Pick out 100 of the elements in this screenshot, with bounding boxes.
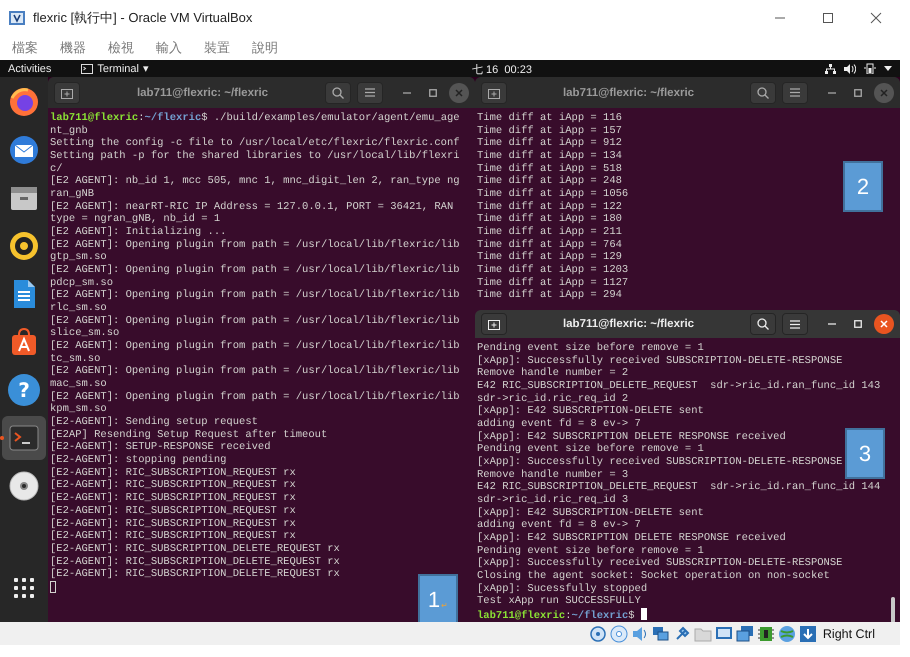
terminal-line: [xApp]: Sucessfully stopped [477,582,648,596]
terminal-line: Time diff at iApp = 116 [477,112,622,125]
menu-item[interactable]: 機器 [60,38,88,56]
search-icon [757,86,769,98]
terminal-line: [E2 AGENT]: Opening plugin from path = /usr/local/lib/flexric/libpdcp_sm.so [50,264,461,289]
maximize-icon [822,12,834,24]
menu-icon [790,88,800,97]
menu-item[interactable]: 說明 [252,38,280,56]
terminal-line: adding event fd = 8 ev-> 7 [477,418,641,431]
menu-item[interactable]: 檢視 [108,38,136,56]
new-tab-icon [488,86,500,98]
window-title: lab711@flexric: ~/flexric [562,86,696,98]
terminal-line: [E2 AGENT]: Opening plugin from path = /usr/local/lib/flexric/libgtp_sm.so [50,238,461,264]
close-icon [455,88,463,96]
app-grid-icon [13,577,35,599]
terminal-line: [E2-AGENT]: RIC_SUBSCRIPTION_DELETE_REQUEST rx [50,542,340,556]
dropdown-caret-icon[interactable] [884,66,892,71]
terminal-line: Time diff at iApp = 129 [477,251,622,264]
disc-icon [610,624,628,642]
menu-item[interactable]: 檔案 [12,38,40,56]
close-icon [880,88,888,96]
terminal-line: [E2-AGENT]: Sending setup request [50,416,258,429]
terminal-line: Setting the config -c file to /usr/local/etc/flexric/flexric.conf [50,137,460,150]
app-menu[interactable]: Terminal ▾ [81,62,149,75]
activities-button[interactable]: Activities [8,62,52,74]
maximize-icon [429,88,437,96]
terminal-line: [E2-AGENT]: RIC_SUBSCRIPTION_DELETE_REQUEST rx [50,556,340,568]
search-icon [757,318,769,330]
maximize-icon [854,320,862,328]
terminal-line: Time diff at iApp = 211 [477,226,622,239]
terminal-line: lab711@flexric:~/flexric$ ./build/examples/emulator/agent/emu_agent_gnb [50,112,461,137]
terminal-line: [E2-AGENT]: RIC_SUBSCRIPTION_REQUEST rx [50,530,296,543]
terminal-line: [E2-AGENT]: RIC_SUBSCRIPTION_REQUEST rx [50,518,296,530]
volume-icon [844,64,856,74]
terminal-line: [E2-AGENT]: SETUP-RESPONSE received [50,441,271,454]
terminal-line: Time diff at iApp = 294 [477,289,622,302]
search-button[interactable] [325,82,351,104]
terminal-line: Time diff at iApp = 764 [477,238,622,251]
monitors-icon [736,624,754,642]
terminal-line: Time diff at iApp = 1203 [477,264,628,277]
close-icon [880,320,888,328]
terminal-line: [xApp]: Successfully received SUBSCRIPTION-DELETE-RESPONSE [477,354,842,367]
terminal-line: [E2-AGENT]: stopping pending [50,454,226,467]
app-icon [8,8,26,26]
terminal-line: Setting path -p for the shared libraries to /usr/local/lib/flexric/ [50,150,461,175]
terminal-line: [xApp]: Successfully received SUBSCRIPTION-DELETE-RESPONSE [477,456,842,469]
minimize-icon [828,323,836,325]
terminal-icon [81,64,94,74]
mail-icon [8,134,40,166]
terminal-line: [E2 AGENT]: Opening plugin from path = /usr/local/lib/flexric/libtc_sm.so [50,340,461,365]
speaker-icon [8,230,40,262]
terminal-line: [E2-AGENT]: RIC_SUBSCRIPTION_REQUEST rx [50,504,296,518]
terminal-line: Time diff at iApp = 134 [477,150,622,163]
terminal-line: Pending event size before remove = 1 [477,443,704,456]
new-tab-button[interactable] [481,313,507,335]
terminal-line: [E2AP] Resending Setup Request after timeout [50,428,328,441]
search-button[interactable] [750,313,776,335]
terminal-line: [xApp]: E42 SUBSCRIPTION DELETE RESPONSE received [477,430,786,443]
terminal-line: [E2 AGENT]: nearRT-RIC IP Address = 127.0.0.1, PORT = 36421, RAN type = ngran_gNB, nb_id = 1 [50,200,454,226]
new-tab-icon [61,86,73,98]
annotation-number: 3 [858,440,872,466]
terminal-line: Remove handle number = 3 [477,468,628,482]
network-icon [825,64,836,74]
terminal-line: Pending event size before remove = 1 [477,342,704,355]
terminal-line: E42 RIC_SUBSCRIPTION_DELETE_REQUEST sdr->ric_id.ran_func_id 144 sdr->ric_id.ric_req_id 3 [477,481,882,507]
window-title: flexric [執行中] - Oracle VM VirtualBox [33,8,254,26]
minimize-icon [828,92,836,94]
menu-item[interactable]: 裝置 [204,38,232,56]
new-tab-button[interactable] [54,82,80,104]
maximize-icon [854,88,862,96]
terminal-line: Time diff at iApp = 1127 [477,276,628,289]
menu-button[interactable] [357,82,383,104]
terminal-line: [E2 AGENT]: Opening plugin from path = /usr/local/lib/flexric/libkpm_sm.so [50,390,461,416]
clock[interactable]: 七 16 00:23 [472,62,532,77]
host-key-label: Right Ctrl [822,626,875,640]
menu-button[interactable] [782,82,808,104]
window-title: lab711@flexric: ~/flexric [136,86,270,98]
menu-item[interactable]: 輸入 [156,38,184,56]
running-indicator [0,436,4,440]
search-button[interactable] [750,82,776,104]
disk-icon [588,624,607,642]
menu-button[interactable] [782,313,808,335]
minimize-icon [403,92,411,94]
speaker-icon [630,624,649,642]
terminal-line: Pending event size before remove = 1 [477,544,704,557]
terminal-line: lab711@flexric:~/flexric$ [477,608,648,622]
terminal-line: adding event fd = 8 ev-> 7 [477,519,641,532]
terminal-line: [E2-AGENT]: RIC_SUBSCRIPTION_DELETE_REQUEST rx [50,568,340,581]
return-mark: ↵ [441,601,448,610]
terminal-line: [xApp]: E42 SUBSCRIPTION DELETE RESPONSE received [477,532,786,545]
terminal-line: [E2-AGENT]: RIC_SUBSCRIPTION_REQUEST rx [50,492,296,505]
close-button[interactable] [874,314,894,334]
window-title: lab711@flexric: ~/flexric [562,318,696,330]
terminal-line: Time diff at iApp = 248 [477,175,622,188]
terminal-line: Test xApp run SUCCESSFULLY [477,595,641,608]
terminal-line: [E2 AGENT]: Opening plugin from path = /usr/local/lib/flexric/libslice_sm.so [50,314,461,340]
terminal-line: Remove handle number = 2 [477,367,628,380]
new-tab-button[interactable] [481,82,507,104]
terminal-line: Time diff at iApp = 912 [477,137,622,150]
terminal-line: Time diff at iApp = 180 [477,213,622,226]
